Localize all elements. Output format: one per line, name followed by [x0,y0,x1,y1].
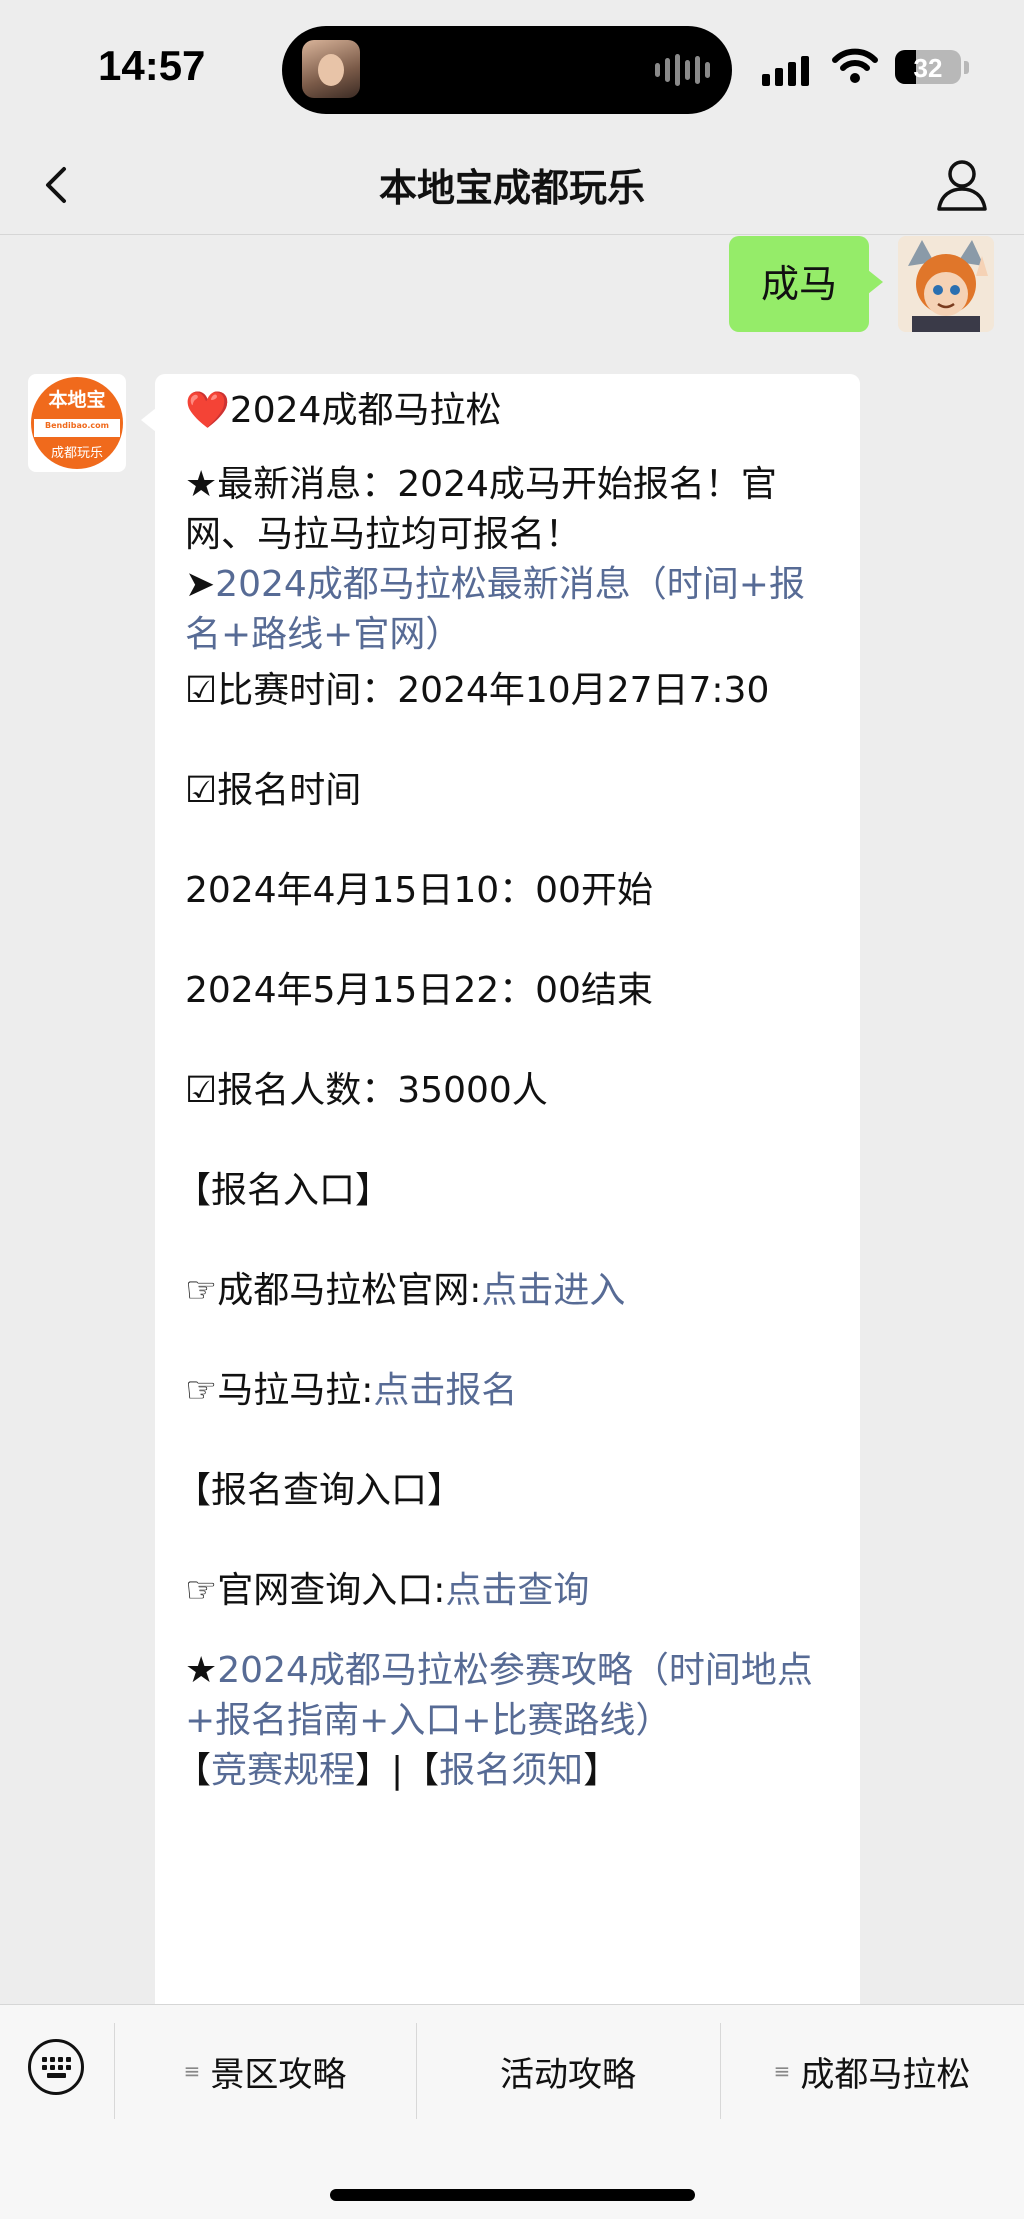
bot-avatar-brand: 本地宝 [48,389,106,411]
news-link[interactable]: 2024成都马拉松最新消息（时间+报名+路线+官网） [185,564,805,655]
nav-bar: 本地宝成都玩乐 [0,135,1024,235]
menu-item-scenic-guide[interactable]: ≡ 景区攻略 [114,2025,416,2117]
bracket-close: 】 [583,1750,620,1791]
sent-message-bubble[interactable]: 成马 [728,236,884,332]
rules-link[interactable]: 竞赛规程 [211,1750,355,1791]
service-menu-bar: ≡ 景区攻略 活动攻略 ≡ 成都马拉松 [0,2004,1024,2219]
audio-wave-icon [655,52,710,88]
signup-end: 2024年5月15日22：00结束 [185,970,653,1011]
official-site-link[interactable]: 点击进入 [481,1270,625,1311]
reply-message-bubble[interactable]: ❤️2024成都马拉松 ★最新消息：2024成马开始报名！官网、马拉马拉均可报名… [141,374,860,2004]
menu-item-event-guide[interactable]: 活动攻略 [416,2025,720,2117]
notice-link[interactable]: 报名须知 [439,1750,583,1791]
malamala-row: ☞马拉马拉:点击报名 [185,1366,835,1416]
signup-start: 2024年4月15日10：00开始 [185,870,653,911]
query-row: ☞官网查询入口:点击查询 [185,1566,835,1616]
signup-count: ☑报名人数：35000人 [185,1070,548,1111]
malamala-label: ☞马拉马拉: [185,1370,374,1411]
menu-list-icon: ≡ [183,2059,201,2083]
dynamic-island[interactable] [282,26,732,114]
now-playing-avatar [302,40,360,98]
signup-time-label: ☑报名时间 [185,770,362,811]
bot-avatar[interactable]: 本地宝 Bendibao.com 成都玩乐 [28,374,126,472]
malamala-link[interactable]: 点击报名 [373,1370,517,1411]
status-bar: 14:57 32 [0,0,1024,135]
menu-item-label: 成都马拉松 [800,2054,971,2095]
menu-item-label: 景区攻略 [210,2054,347,2095]
chat-title: 本地宝成都玩乐 [378,166,645,210]
bot-avatar-caption: 成都玩乐 [50,446,103,461]
bot-avatar-domain: Bendibao.com [45,421,109,430]
bracket-open: 【 [175,1750,212,1791]
status-time: 14:57 [98,42,206,89]
wifi-icon [832,48,878,83]
battery-icon: 32 [895,50,961,84]
guide-row: ★2024成都马拉松参赛攻略（时间地点+报名指南+入口+比赛路线） [185,1646,835,1746]
profile-icon[interactable] [934,155,990,215]
rules-row: 【竞赛规程】|【报名须知】 [175,1746,825,1796]
reply-news: ★最新消息：2024成马开始报名！官网、马拉马拉均可报名！ [185,464,777,555]
query-header: 【报名查询入口】 [175,1470,464,1511]
official-site-row: ☞成都马拉松官网:点击进入 [185,1266,835,1316]
reply-heading: ❤️2024成都马拉松 [185,390,502,431]
star-icon: ★ [185,1650,218,1691]
race-time: ☑比赛时间：2024年10月27日7:30 [185,670,770,711]
keyboard-toggle-icon[interactable] [28,2039,84,2095]
guide-link[interactable]: 2024成都马拉松参赛攻略（时间地点+报名指南+入口+比赛路线） [185,1650,813,1741]
arrow-icon: ➤ [185,564,216,605]
menu-item-chengdu-marathon[interactable]: ≡ 成都马拉松 [720,2025,1024,2117]
query-link[interactable]: 点击查询 [445,1570,589,1611]
user-avatar[interactable] [898,236,994,332]
menu-item-label: 活动攻略 [500,2054,636,2095]
home-indicator[interactable] [330,2189,695,2201]
query-label: ☞官网查询入口: [185,1570,446,1611]
official-site-label: ☞成都马拉松官网: [185,1270,482,1311]
entry-header: 【报名入口】 [175,1170,392,1211]
cellular-signal-icon [762,50,809,86]
news-link-row: ➤2024成都马拉松最新消息（时间+报名+路线+官网） [185,560,835,660]
bracket-separator: 】|【 [355,1750,440,1791]
chat-area[interactable]: 成马 本地宝 Bendibao.com 成都玩乐 ❤️2024成都马拉松 ★最新… [0,236,1024,2004]
battery-cap [964,61,969,74]
battery-percent: 32 [913,53,943,83]
menu-list-icon: ≡ [773,2059,791,2083]
